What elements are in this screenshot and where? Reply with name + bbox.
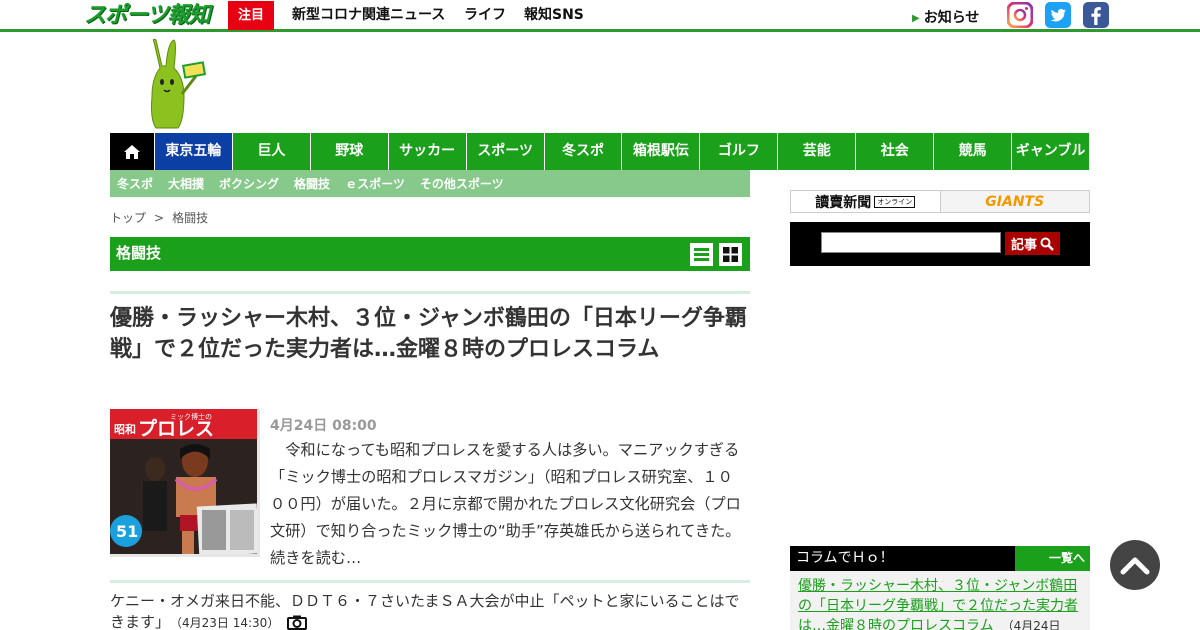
grid-view-icon[interactable] bbox=[719, 243, 742, 266]
article-lead-text: 令和になっても昭和プロレスを愛する人は多い。マニアックすぎる「ミック博士の昭和プ… bbox=[270, 441, 741, 540]
breadcrumb-home[interactable]: トップ bbox=[110, 211, 146, 225]
column-all-link[interactable]: 一覧へ bbox=[1015, 546, 1090, 571]
breadcrumb-current: 格闘技 bbox=[172, 211, 209, 225]
subnav-item-boxing[interactable]: ボクシング bbox=[219, 175, 279, 192]
related-article[interactable]: ケニー・オメガ来日不能、ＤＤＴ６・７さいたまＳＡ大会が中止「ペットと家にいること… bbox=[110, 591, 750, 630]
notice-link[interactable]: ▶ お知らせ bbox=[912, 7, 979, 27]
yomiuri-online-link[interactable]: 讀賣新聞 オンライン bbox=[791, 191, 941, 212]
divider bbox=[110, 291, 750, 294]
article-headline[interactable]: 優勝・ラッシャー木村、３位・ジャンボ鶴田の「日本リーグ争覇戦」で２位だった実力者… bbox=[110, 303, 750, 365]
giants-label: GIANTS bbox=[985, 193, 1045, 210]
attention-badge: 注目 bbox=[228, 1, 274, 30]
mascot-image bbox=[140, 38, 210, 130]
nav-item-golf[interactable]: ゴルフ bbox=[699, 133, 778, 170]
thumb-left-label: 昭和 bbox=[114, 422, 136, 436]
nav-item-society[interactable]: 社会 bbox=[855, 133, 934, 170]
article-date: 4月24日 08:00 bbox=[270, 418, 377, 434]
divider bbox=[110, 580, 750, 583]
subnav-item-martial-arts[interactable]: 格闘技 bbox=[294, 175, 330, 192]
subnav-item-other[interactable]: その他スポーツ bbox=[420, 175, 504, 192]
triangle-icon: ▶ bbox=[912, 13, 920, 24]
nav-home[interactable] bbox=[110, 133, 154, 170]
section-header: 格闘技 bbox=[110, 237, 750, 271]
nav-item-gambling[interactable]: ギャンブル bbox=[1011, 133, 1090, 170]
site-logo[interactable]: スポーツ報知 bbox=[84, 2, 211, 30]
online-tag: オンライン bbox=[874, 195, 916, 208]
subnav-item-esports[interactable]: ｅスポーツ bbox=[345, 175, 405, 192]
home-icon bbox=[123, 144, 140, 159]
breadcrumb: トップ > 格闘技 bbox=[110, 209, 208, 226]
column-list: 優勝・ラッシャー木村、３位・ジャンボ鶴田の「日本リーグ争覇戦」で２位だった実力者… bbox=[790, 571, 1090, 630]
nav-item-hakone[interactable]: 箱根駅伝 bbox=[621, 133, 700, 170]
column-title: コラムでＨｏ！ bbox=[796, 550, 894, 566]
sub-nav: 冬スポ 大相撲 ボクシング 格闘技 ｅスポーツ その他スポーツ bbox=[110, 170, 750, 197]
subnav-item-winter[interactable]: 冬スポ bbox=[117, 175, 153, 192]
notice-label: お知らせ bbox=[923, 10, 980, 26]
breadcrumb-separator: > bbox=[154, 211, 165, 225]
search-input[interactable] bbox=[821, 232, 1001, 253]
list-view-icon[interactable] bbox=[690, 243, 713, 266]
search-box: 記事 bbox=[790, 222, 1090, 266]
instagram-icon[interactable] bbox=[1007, 2, 1033, 28]
thumb-title: プロレス bbox=[138, 417, 214, 440]
search-icon bbox=[1040, 237, 1054, 251]
article-thumbnail[interactable]: 昭和 ミック博士の プロレス 51 bbox=[110, 409, 260, 557]
nav-item-horse-racing[interactable]: 競馬 bbox=[933, 133, 1012, 170]
nav-item-olympics[interactable]: 東京五輪 bbox=[153, 133, 232, 170]
nav-item-giants[interactable]: 巨人 bbox=[231, 133, 310, 170]
twitter-icon[interactable] bbox=[1045, 2, 1071, 28]
section-title: 格闘技 bbox=[116, 244, 162, 262]
site-logo-text: スポーツ報知 bbox=[84, 3, 211, 28]
nav-item-entertainment[interactable]: 芸能 bbox=[777, 133, 856, 170]
chevron-up-icon bbox=[1120, 557, 1150, 575]
nav-item-baseball[interactable]: 野球 bbox=[309, 133, 388, 170]
column-header: コラムでＨｏ！ 一覧へ bbox=[790, 546, 1090, 571]
camera-icon bbox=[287, 615, 308, 630]
giants-link[interactable]: GIANTS bbox=[940, 191, 1089, 212]
read-more-link[interactable]: 続きを読む… bbox=[270, 549, 361, 567]
yomiuri-label: 讀賣新聞 bbox=[815, 194, 872, 211]
column-article-date: （4月24日 bbox=[1001, 619, 1061, 630]
top-link-corona[interactable]: 新型コロナ関連ニュース bbox=[292, 6, 445, 24]
article-lead: 令和になっても昭和プロレスを愛する人は多い。マニアックすぎる「ミック博士の昭和プ… bbox=[270, 437, 746, 572]
main-nav: 東京五輪 巨人 野球 サッカー スポーツ 冬スポ 箱根駅伝 ゴルフ 芸能 社会 … bbox=[110, 133, 1090, 170]
partner-banner: 讀賣新聞 オンライン GIANTS bbox=[790, 190, 1090, 213]
top-link-sns[interactable]: 報知SNS bbox=[524, 6, 584, 24]
thumb-number: 51 bbox=[116, 522, 138, 541]
search-button[interactable]: 記事 bbox=[1005, 232, 1060, 255]
nav-item-winter-sports[interactable]: 冬スポ bbox=[543, 133, 622, 170]
back-to-top-button[interactable] bbox=[1110, 540, 1160, 590]
subnav-item-sumo[interactable]: 大相撲 bbox=[168, 175, 204, 192]
top-bar: スポーツ報知 注目 新型コロナ関連ニュース ライフ 報知SNS ▶ お知らせ bbox=[0, 0, 1200, 32]
facebook-icon[interactable] bbox=[1083, 2, 1109, 28]
top-link-life[interactable]: ライフ bbox=[464, 6, 506, 24]
nav-item-soccer[interactable]: サッカー bbox=[387, 133, 466, 170]
related-article-date: （4月23日 14:30） bbox=[176, 616, 280, 630]
nav-item-sports[interactable]: スポーツ bbox=[465, 133, 544, 170]
search-button-label: 記事 bbox=[1010, 238, 1037, 253]
